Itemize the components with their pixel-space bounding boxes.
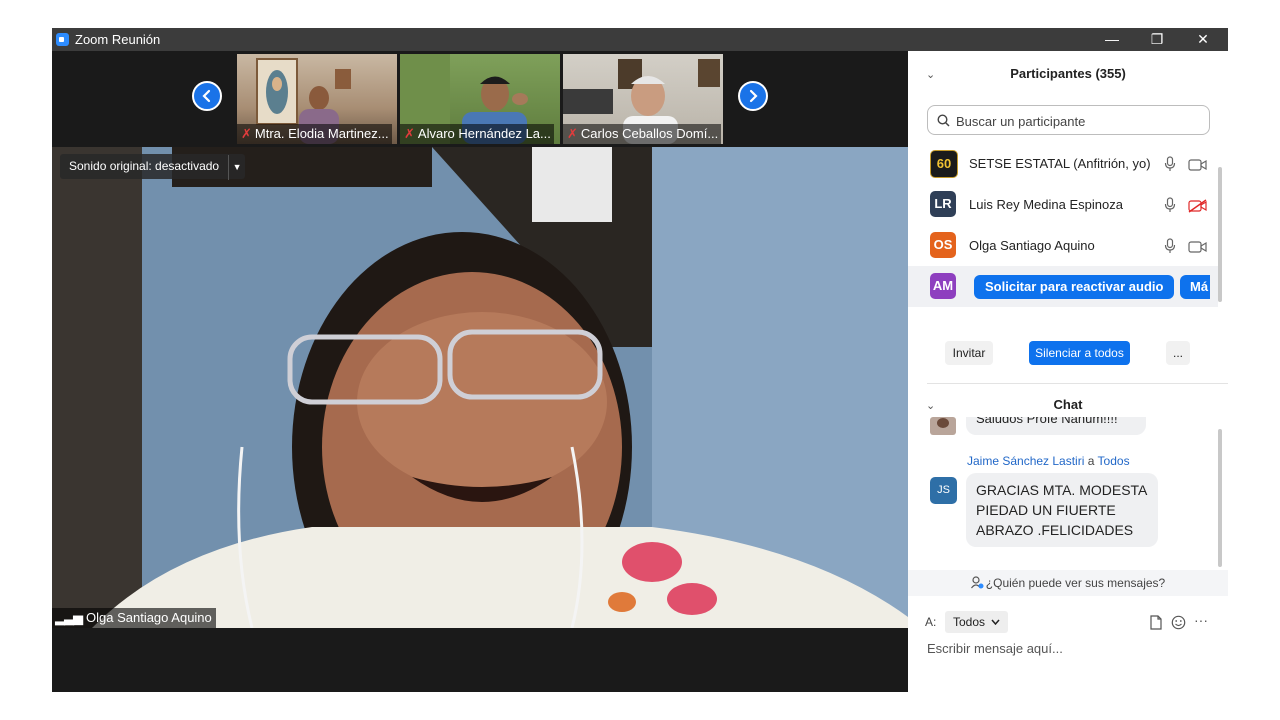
avatar: LR — [930, 191, 956, 217]
original-sound-toggle[interactable]: Sonido original: desactivado ▼ — [60, 154, 246, 180]
signal-strength-icon: ▂▃▅ — [55, 610, 83, 625]
recipient-name[interactable]: Todos — [1098, 454, 1130, 468]
participants-scrollbar[interactable] — [1218, 167, 1222, 302]
to-word: a — [1087, 454, 1095, 468]
chat-recipient-row: A: Todos ··· — [925, 611, 1225, 633]
mic-muted-icon: ✗ — [404, 126, 415, 141]
participant-row-hovered[interactable]: AM Solicitar para reactivar audio Má — [908, 266, 1218, 307]
search-icon — [937, 114, 950, 127]
recipient-value: Todos — [953, 615, 986, 629]
zoom-window: Zoom Reunión — ❐ ✕ ✗ Mtra. Elodia Martine… — [52, 28, 1228, 692]
video-off-icon[interactable] — [1188, 199, 1208, 213]
participant-actions: Invitar Silenciar a todos ... — [908, 341, 1228, 365]
chevron-left-icon — [202, 89, 211, 103]
video-area: ✗ Mtra. Elodia Martinez... ✗ Alvaro Hernán… — [52, 51, 908, 692]
participant-row[interactable]: OS Olga Santiago Aquino — [908, 225, 1218, 266]
participant-list: 60 SETSE ESTATAL (Anfitrión, yo) LR Luis… — [908, 143, 1218, 307]
emoji-icon[interactable] — [1171, 615, 1186, 630]
participant-name: Mtra. Elodia Martinez... — [254, 126, 389, 141]
participants-header: ⌄ Participantes (355) — [908, 51, 1228, 97]
panel-divider — [927, 383, 1228, 384]
recipient-dropdown[interactable]: Todos — [945, 611, 1009, 633]
participant-name: Alvaro Hernández La... — [417, 126, 551, 141]
avatar: AM — [930, 273, 956, 299]
participant-status-icons — [1164, 238, 1208, 259]
microphone-icon[interactable] — [1164, 156, 1176, 172]
chat-message-text: Saludos Profe Nahum!!!! — [976, 417, 1118, 426]
participant-name: Carlos Ceballos Domí... — [580, 126, 719, 141]
to-label: A: — [925, 615, 937, 629]
thumbnail-caption: ✗ Mtra. Elodia Martinez... — [237, 124, 392, 144]
avatar: JS — [930, 477, 957, 504]
original-sound-label: Sonido original: desactivado — [69, 159, 220, 173]
invite-button[interactable]: Invitar — [945, 341, 993, 365]
window-title: Zoom Reunión — [75, 32, 161, 47]
previous-page-button[interactable] — [192, 81, 222, 111]
sender-avatar — [930, 417, 956, 435]
title-bar: Zoom Reunión — ❐ ✕ — [52, 28, 1228, 51]
chat-message-header: Jaime Sánchez Lastiri a Todos — [967, 454, 1130, 468]
avatar: 60 — [930, 150, 958, 178]
participant-search[interactable] — [927, 105, 1210, 135]
participant-status-icons — [1164, 197, 1208, 218]
avatar: OS — [930, 232, 956, 258]
active-speaker-video: Sonido original: desactivado ▼ ▂▃▅ Olga Sa… — [52, 147, 908, 628]
participant-name: Luis Rey Medina Espinoza — [969, 197, 1123, 212]
chat-message-line: PIEDAD UN FIUERTE — [976, 502, 1116, 518]
close-button[interactable]: ✕ — [1180, 28, 1226, 51]
next-page-button[interactable] — [738, 81, 768, 111]
speaker-video-frame — [52, 147, 908, 628]
chevron-right-icon — [749, 89, 758, 103]
chevron-down-icon[interactable]: ▼ — [228, 155, 245, 180]
minimize-button[interactable]: — — [1089, 28, 1135, 51]
participant-row[interactable]: 60 SETSE ESTATAL (Anfitrión, yo) — [908, 143, 1218, 184]
mic-muted-icon: ✗ — [567, 126, 578, 141]
who-can-see-link[interactable]: ¿Quién puede ver sus mensajes? — [908, 570, 1228, 596]
microphone-icon[interactable] — [1164, 238, 1176, 254]
ask-to-unmute-button[interactable]: Solicitar para reactivar audio — [974, 275, 1175, 299]
person-icon — [970, 576, 984, 589]
video-camera-icon[interactable] — [1188, 158, 1208, 172]
zoom-app-icon — [56, 33, 69, 46]
chevron-down-icon — [991, 619, 1000, 626]
chat-bubble: Saludos Profe Nahum!!!! — [966, 417, 1146, 435]
microphone-icon[interactable] — [1164, 197, 1176, 213]
file-icon[interactable] — [1149, 615, 1163, 630]
mic-muted-icon: ✗ — [241, 126, 252, 141]
thumbnail-strip: ✗ Mtra. Elodia Martinez... ✗ Alvaro Hernán… — [52, 51, 908, 147]
mute-all-button[interactable]: Silenciar a todos — [1029, 341, 1130, 365]
participant-thumbnail[interactable]: ✗ Mtra. Elodia Martinez... — [237, 54, 397, 144]
participant-name: Olga Santiago Aquino — [969, 238, 1095, 253]
who-can-see-text: ¿Quién puede ver sus mensajes? — [985, 576, 1166, 590]
speaker-name-caption: ▂▃▅ Olga Santiago Aquino — [52, 608, 216, 628]
more-icon[interactable]: ··· — [1194, 612, 1208, 628]
video-camera-icon[interactable] — [1188, 240, 1208, 254]
participant-thumbnail[interactable]: ✗ Carlos Ceballos Domí... — [563, 54, 723, 144]
participant-row[interactable]: LR Luis Rey Medina Espinoza — [908, 184, 1218, 225]
participant-name: SETSE ESTATAL (Anfitrión, yo) — [969, 156, 1151, 171]
chat-message-input[interactable] — [925, 637, 1219, 659]
thumbnail-caption: ✗ Alvaro Hernández La... — [400, 124, 554, 144]
speaker-name: Olga Santiago Aquino — [86, 610, 212, 625]
sender-name[interactable]: Jaime Sánchez Lastiri — [967, 454, 1084, 468]
chat-bubble: GRACIAS MTA. MODESTA PIEDAD UN FIUERTE A… — [966, 473, 1158, 547]
participant-thumbnail[interactable]: ✗ Alvaro Hernández La... — [400, 54, 560, 144]
participants-title: Participantes (355) — [1010, 66, 1126, 81]
chat-title: Chat — [1053, 397, 1083, 412]
participant-status-icons — [1164, 156, 1208, 177]
restore-button[interactable]: ❐ — [1134, 28, 1180, 51]
chat-message-line: GRACIAS MTA. MODESTA — [976, 482, 1148, 498]
more-options-button[interactable]: Má — [1180, 275, 1210, 299]
chat-message-line: ABRAZO .FELICIDADES — [976, 522, 1134, 538]
thumbnail-caption: ✗ Carlos Ceballos Domí... — [563, 124, 722, 144]
more-actions-button[interactable]: ... — [1166, 341, 1190, 365]
search-input[interactable] — [954, 111, 1198, 131]
chat-messages: Saludos Profe Nahum!!!! Jaime Sánchez La… — [908, 417, 1228, 573]
chat-scrollbar[interactable] — [1218, 429, 1222, 567]
side-panel: ⌄ Participantes (355) 60 SETSE ESTATAL (… — [908, 51, 1228, 692]
